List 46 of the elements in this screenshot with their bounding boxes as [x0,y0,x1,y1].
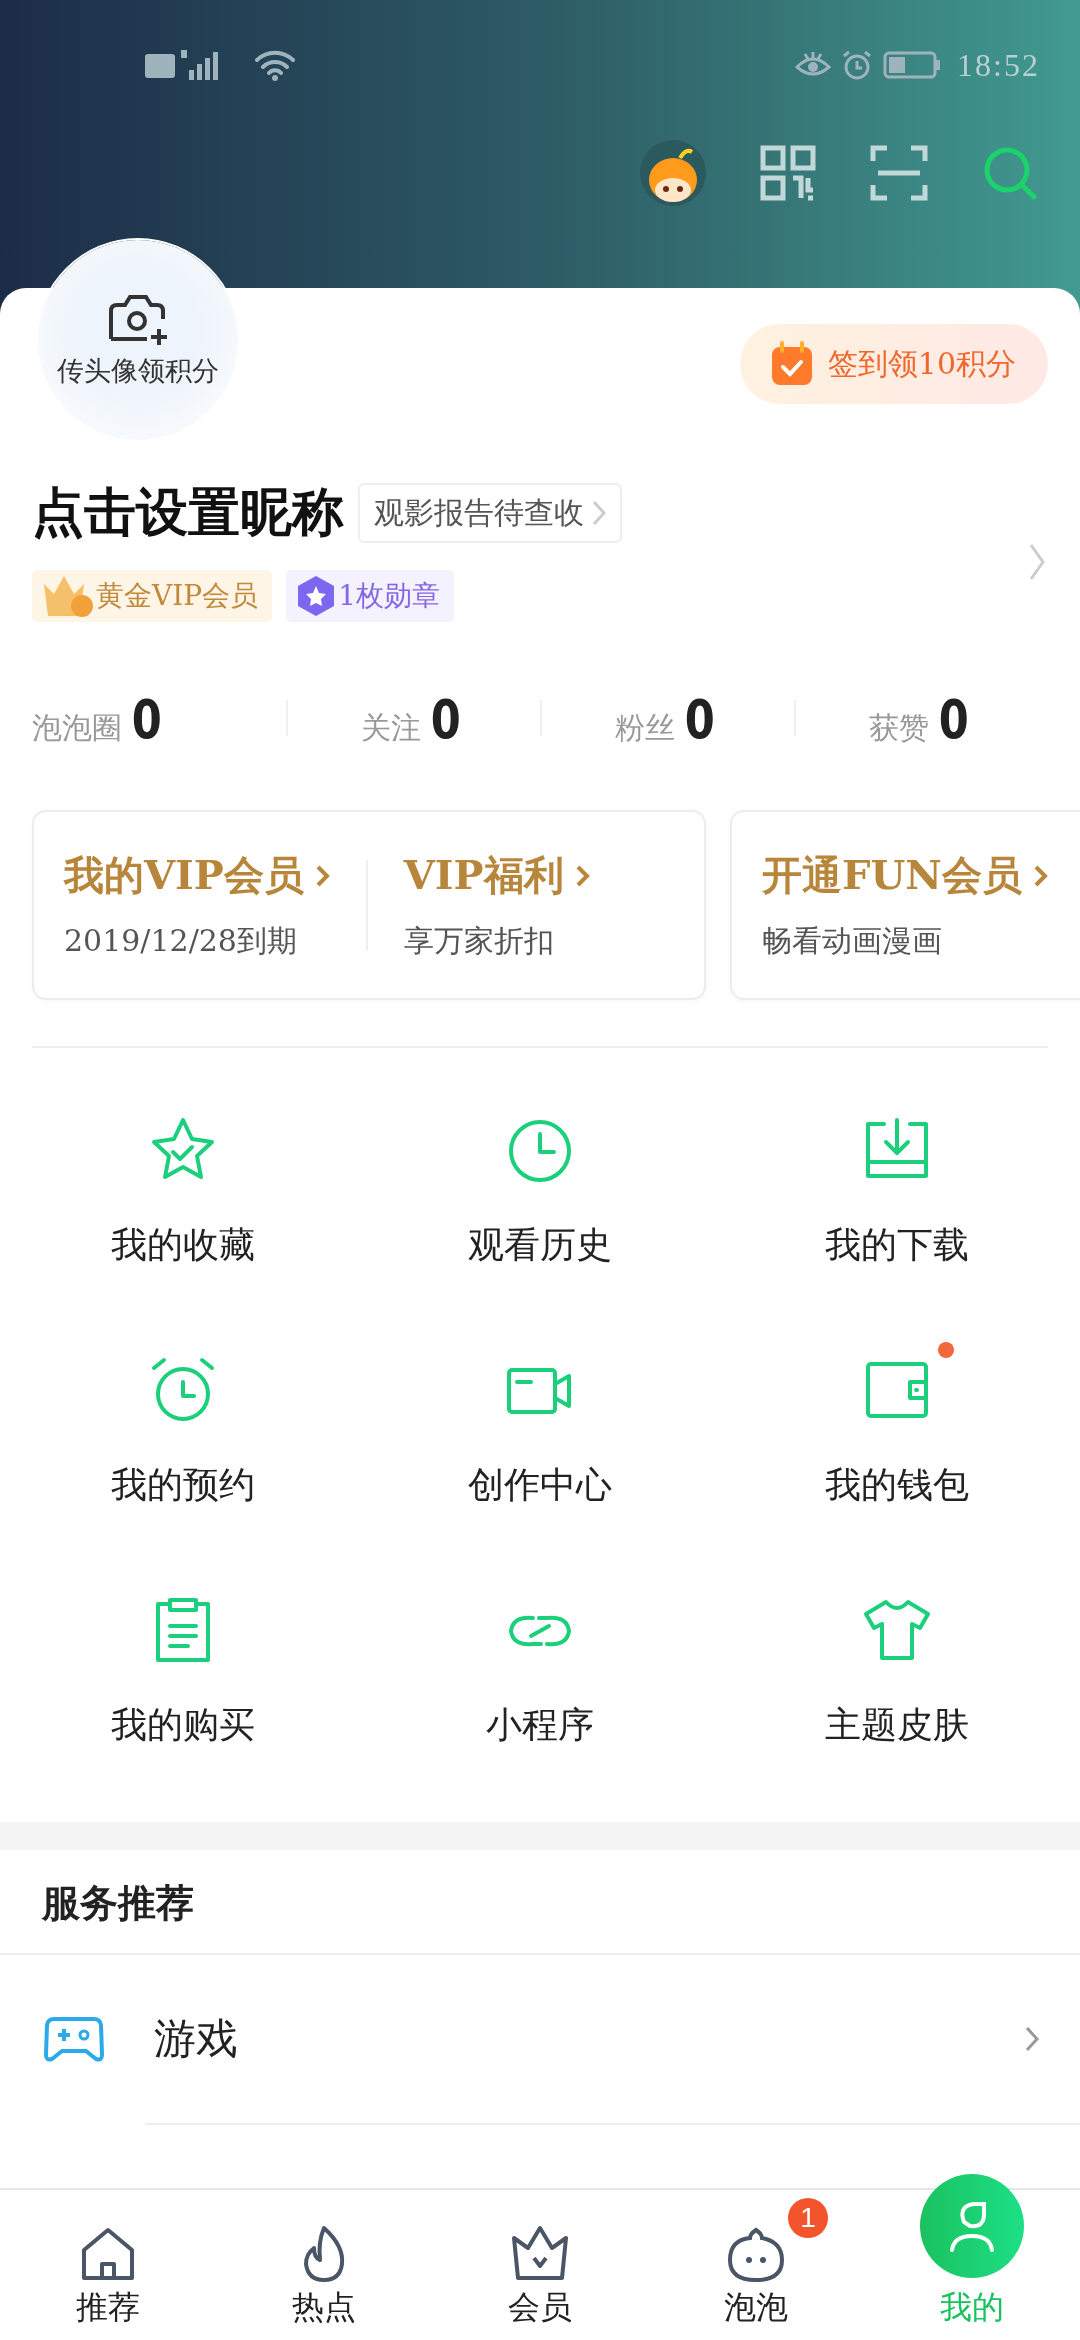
wifi-icon [255,48,295,82]
calendar-check-icon [769,341,814,387]
chevron-icon [315,863,330,888]
chevron-icon [575,863,590,888]
shortcut-item[interactable]: 我的购买 [4,1576,362,1750]
stat-item[interactable]: 泡泡圈 0 [32,687,166,751]
avatar-upload[interactable]: 传头像领积分 [38,240,238,440]
shortcut-item[interactable]: 小程序 [361,1576,719,1750]
scan-icon[interactable] [870,145,928,201]
star-hexagon-icon [296,574,337,618]
stat-item[interactable]: 粉丝 0 [615,687,719,751]
avatar-hint: 传头像领积分 [57,355,219,388]
card-subtitle: 享万家折扣 [403,922,555,960]
nickname[interactable]: 点击设置昵称 [32,478,344,548]
chevron-icon [592,500,606,526]
service-row[interactable]: 游戏 [0,1955,1080,2123]
shortcut-item[interactable]: 我的收藏 [4,1096,362,1270]
shortcut-item[interactable]: 主题皮肤 [718,1576,1076,1750]
battery-icon [883,50,942,80]
nav-tab[interactable]: 会员 [432,2160,648,2340]
gamepad-icon [44,2015,104,2063]
count-badge: 1 [788,2198,828,2238]
shortcut-item[interactable]: 我的预约 [4,1336,362,1510]
section-title: 服务推荐 [0,1850,1080,1955]
shortcut-item[interactable]: 观看历史 [361,1096,719,1270]
shortcut-item[interactable]: 我的下载 [718,1096,1076,1270]
stat-item[interactable]: 关注 0 [361,687,465,751]
nav-tab[interactable]: 热点 [216,2160,432,2340]
nav-tab[interactable]: 推荐 [0,2160,216,2340]
alarm-icon [841,49,874,81]
search-icon[interactable] [982,145,1038,201]
medal-badge[interactable]: 1枚勋章 [286,570,454,622]
chevron-icon [1033,863,1048,888]
shortcut-item[interactable]: 创作中心 [361,1336,719,1510]
qr-code-icon[interactable] [760,145,816,201]
chevron-icon[interactable] [1028,542,1046,582]
mascot-icon[interactable] [640,140,706,206]
report-link[interactable]: 观影报告待查收 [358,483,622,543]
shortcut-item[interactable]: 我的钱包 [718,1336,1076,1510]
card-subtitle: 2019/12/28到期 [64,922,298,960]
nav-tab[interactable]: 1 泡泡 [648,2160,864,2340]
card-subtitle: 畅看动画漫画 [762,922,943,960]
status-time: 18:52 [957,46,1040,84]
chevron-icon [1024,2025,1040,2053]
stat-item[interactable]: 获赞 0 [869,687,973,751]
crown-icon [42,574,94,618]
